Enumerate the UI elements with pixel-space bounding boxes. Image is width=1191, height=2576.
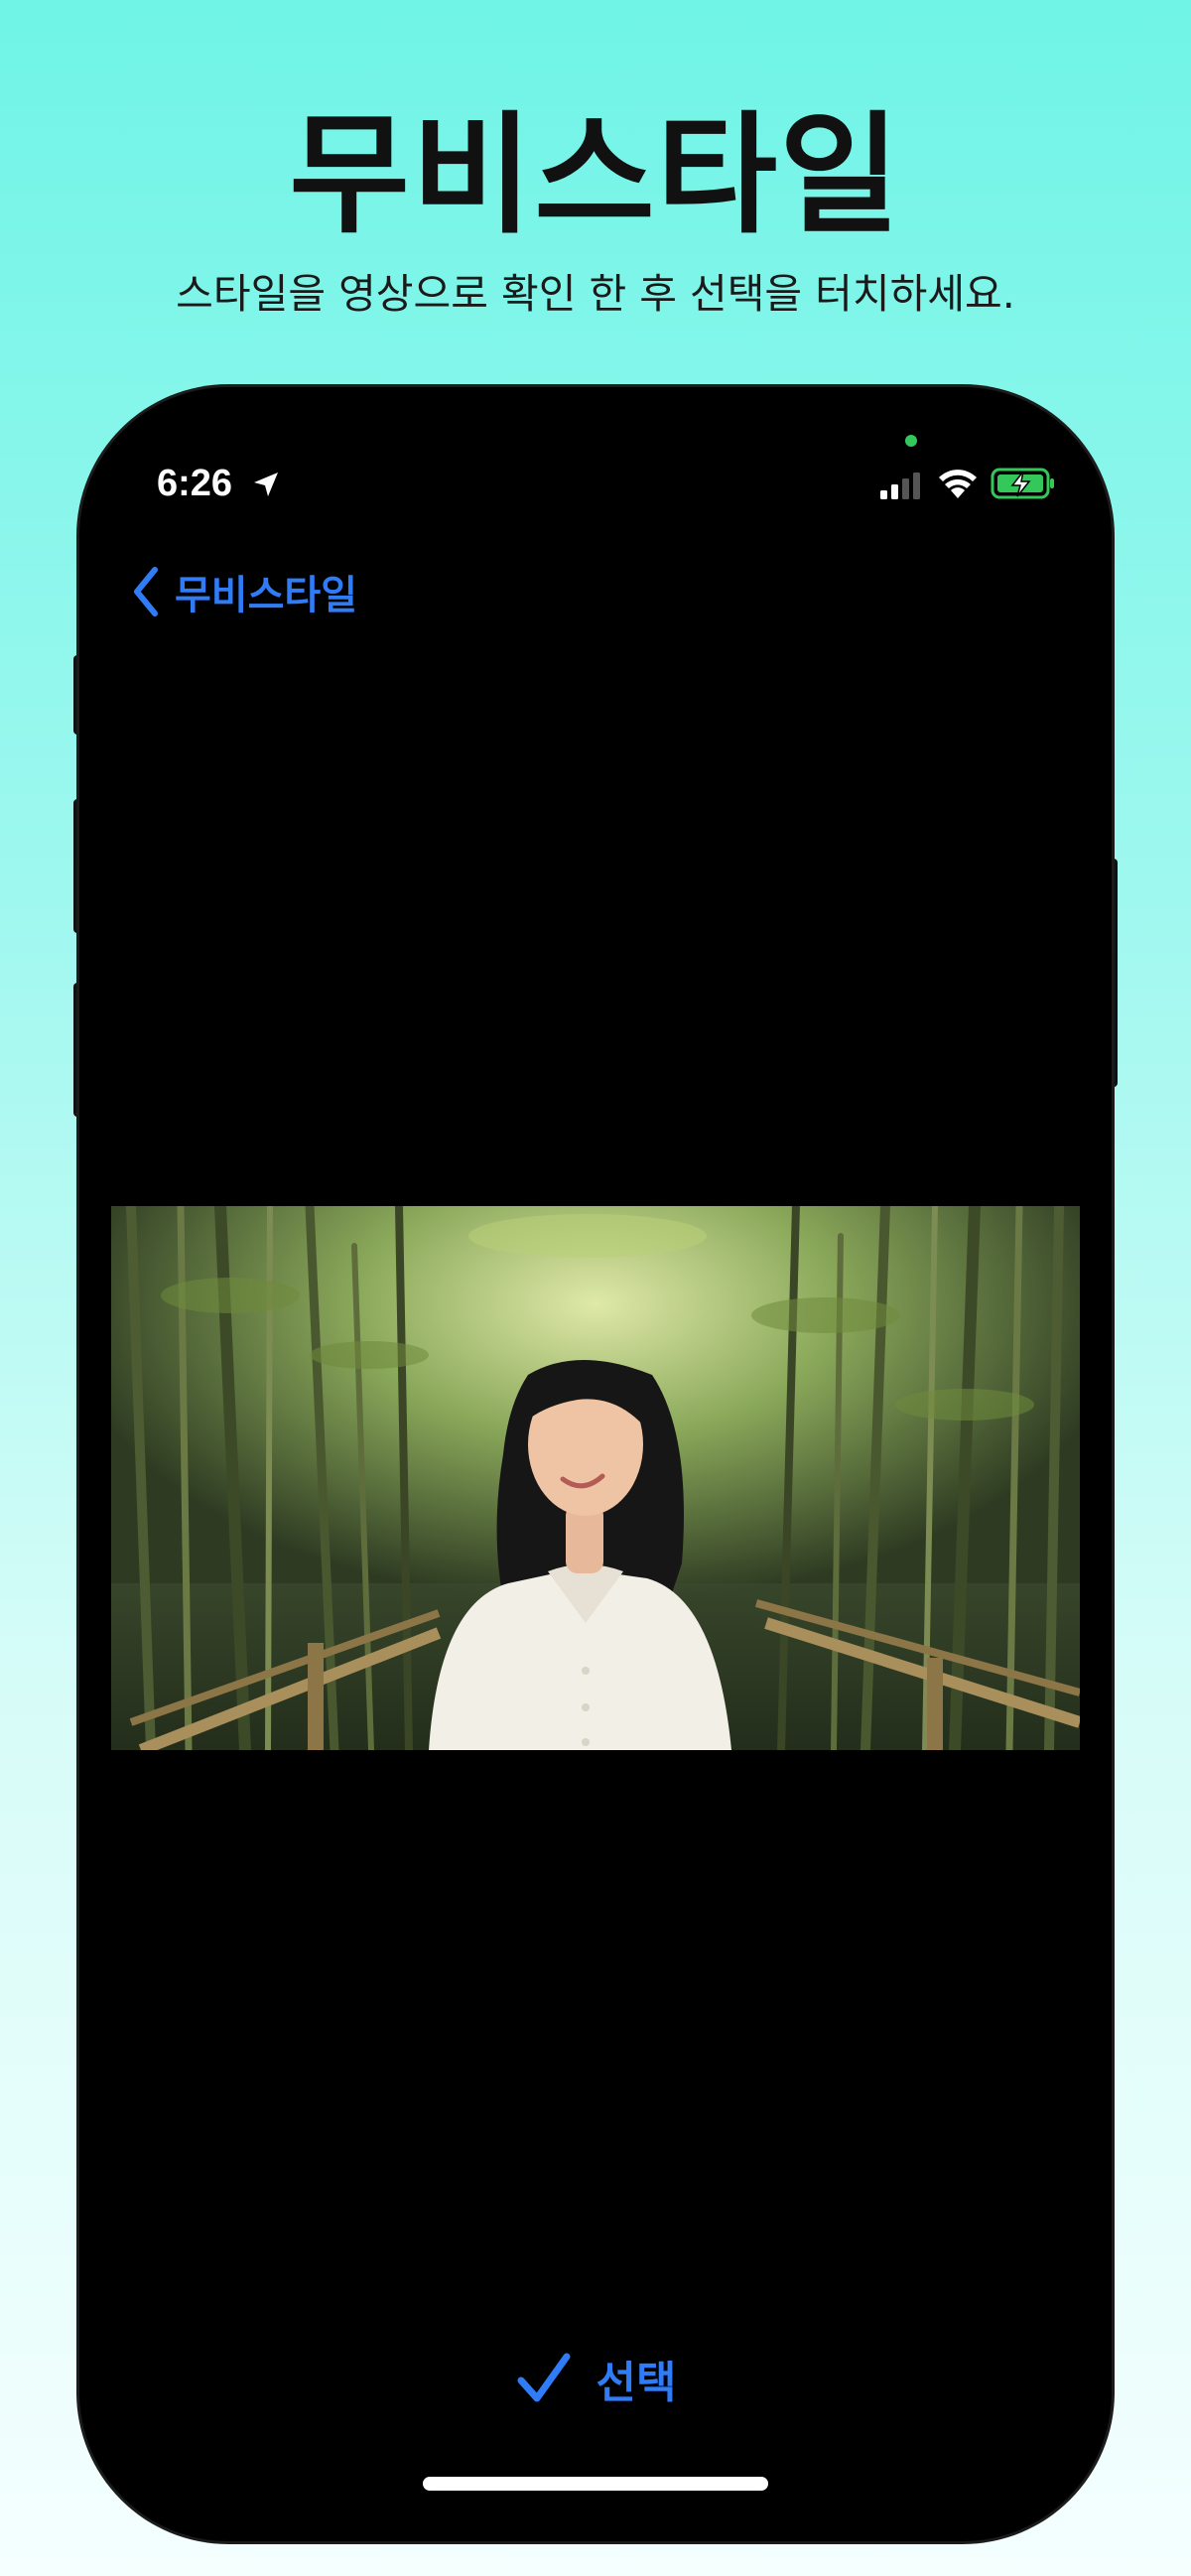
status-time: 6:26	[157, 463, 233, 504]
home-indicator[interactable]	[423, 2477, 768, 2491]
page-title: 무비스타일	[289, 99, 902, 252]
back-button-label: 무비스타일	[175, 573, 357, 618]
wifi-icon	[939, 470, 977, 498]
status-bar: 6:26	[79, 387, 1112, 526]
phone-frame: 6:26 무비스타일 선택	[79, 387, 1112, 2541]
location-arrow-icon	[254, 473, 278, 496]
video-preview-image	[111, 1206, 1080, 1750]
signal-icon	[880, 473, 920, 499]
back-button[interactable]: 무비스타일	[129, 562, 357, 621]
video-player[interactable]	[111, 1206, 1080, 1750]
battery-charging-icon	[991, 468, 1054, 499]
page-subtitle: 스타일을 영상으로 확인 한 후 선택을 터치하세요.	[176, 270, 1015, 318]
select-button-label: 선택	[596, 2358, 677, 2408]
camera-indicator-dot	[905, 435, 917, 447]
select-button[interactable]: 선택	[79, 2339, 1112, 2418]
chevron-left-icon	[134, 567, 158, 616]
checkmark-icon	[517, 2353, 571, 2402]
